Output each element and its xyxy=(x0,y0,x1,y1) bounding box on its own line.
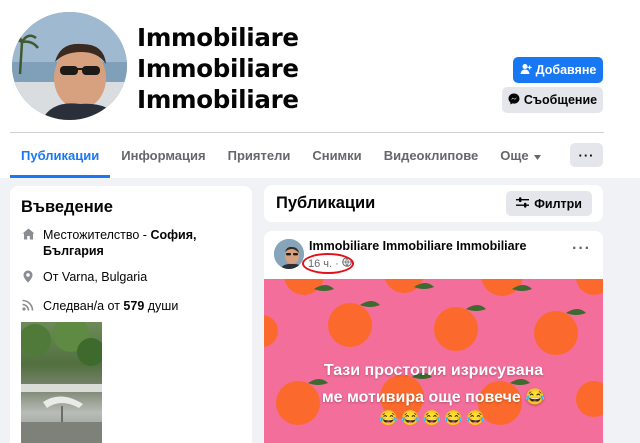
laughing-emoji-row: 😂😂😂😂😂 xyxy=(264,409,603,427)
profile-name-line: Immobiliare xyxy=(137,85,299,114)
tab-label: Видеоклипове xyxy=(383,148,479,163)
intro-lives-in-text: Местожителство - София, България xyxy=(43,227,236,259)
add-user-icon xyxy=(520,63,532,78)
intro-title: Въведение xyxy=(21,198,113,216)
add-friend-label: Добавяне xyxy=(535,63,597,77)
intro-followers-count[interactable]: 579 xyxy=(123,299,144,313)
tab-label: Снимки xyxy=(312,148,362,163)
profile-name: Immobiliare Immobiliare Immobiliare xyxy=(137,22,299,115)
filter-sliders-icon xyxy=(516,196,530,211)
posts-title: Публикации xyxy=(276,194,376,212)
tab-videos[interactable]: Видеоклипове xyxy=(373,133,490,178)
intro-followers-prefix: Следван/а от xyxy=(43,299,124,313)
intro-followers-text: Следван/а от 579 души xyxy=(43,298,178,314)
intro-followers-suffix: души xyxy=(144,299,179,313)
caret-down-icon xyxy=(533,148,541,163)
message-label: Съобщение xyxy=(523,93,598,107)
profile-name-line: Immobiliare xyxy=(137,54,299,83)
tab-photos[interactable]: Снимки xyxy=(301,133,372,178)
tab-friends[interactable]: Приятели xyxy=(217,133,302,178)
tab-label: Още xyxy=(500,148,529,163)
intro-lives-in-prefix: Местожителство - xyxy=(43,228,151,242)
filters-button[interactable]: Филтри xyxy=(506,191,592,216)
intro-from-value[interactable]: Varna, Bulgaria xyxy=(62,270,147,284)
tab-posts[interactable]: Публикации xyxy=(10,133,111,178)
intro-featured-photo[interactable] xyxy=(19,316,105,443)
profile-tabs: Публикации Информация Приятели Снимки Ви… xyxy=(10,133,552,178)
post-card: Immobiliare Immobiliare Immobiliare 16 ч… xyxy=(264,231,603,443)
message-button[interactable]: Съобщение xyxy=(502,87,603,113)
post-image-caption-line: ме мотивира още повече 😂 xyxy=(321,389,546,406)
tab-more[interactable]: Още xyxy=(489,133,551,178)
post-options-button[interactable]: ··· xyxy=(572,240,591,258)
profile-header: Immobiliare Immobiliare Immobiliare Доба… xyxy=(0,0,640,178)
tab-label: Информация xyxy=(121,148,206,163)
intro-lives-in: Местожителство - София, България xyxy=(21,227,236,259)
intro-from-prefix: От xyxy=(43,270,62,284)
post-author-avatar[interactable] xyxy=(274,239,304,269)
laughing-emojis: 😂😂😂😂😂 xyxy=(379,410,488,427)
intro-from: От Varna, Bulgaria xyxy=(21,269,147,285)
add-friend-button[interactable]: Добавяне xyxy=(513,57,603,83)
tab-label: Публикации xyxy=(21,148,100,163)
messenger-icon xyxy=(508,93,520,108)
posts-header: Публикации Филтри xyxy=(264,185,603,222)
rss-icon xyxy=(21,298,35,314)
intro-card: Въведение Местожителство - София, Българ… xyxy=(10,186,252,443)
profile-avatar[interactable] xyxy=(12,12,127,120)
profile-name-line: Immobiliare xyxy=(137,23,299,52)
tab-about[interactable]: Информация xyxy=(110,133,216,178)
home-icon xyxy=(21,227,35,259)
post-image[interactable]: Тази простотия изрисувана ме мотивира ощ… xyxy=(264,279,603,443)
timestamp-highlight-annotation xyxy=(302,253,354,274)
location-pin-icon xyxy=(21,269,35,285)
profile-more-button[interactable]: ··· xyxy=(570,143,603,167)
post-image-caption-line: Тази простотия изрисувана xyxy=(323,362,544,379)
post-image-caption: Тази простотия изрисувана ме мотивира ощ… xyxy=(264,357,603,411)
intro-from-text: От Varna, Bulgaria xyxy=(43,269,147,285)
post-author-name[interactable]: Immobiliare Immobiliare Immobiliare xyxy=(309,239,526,253)
filters-label: Филтри xyxy=(534,196,582,211)
intro-followers: Следван/а от 579 души xyxy=(21,298,178,314)
tab-label: Приятели xyxy=(227,148,291,163)
